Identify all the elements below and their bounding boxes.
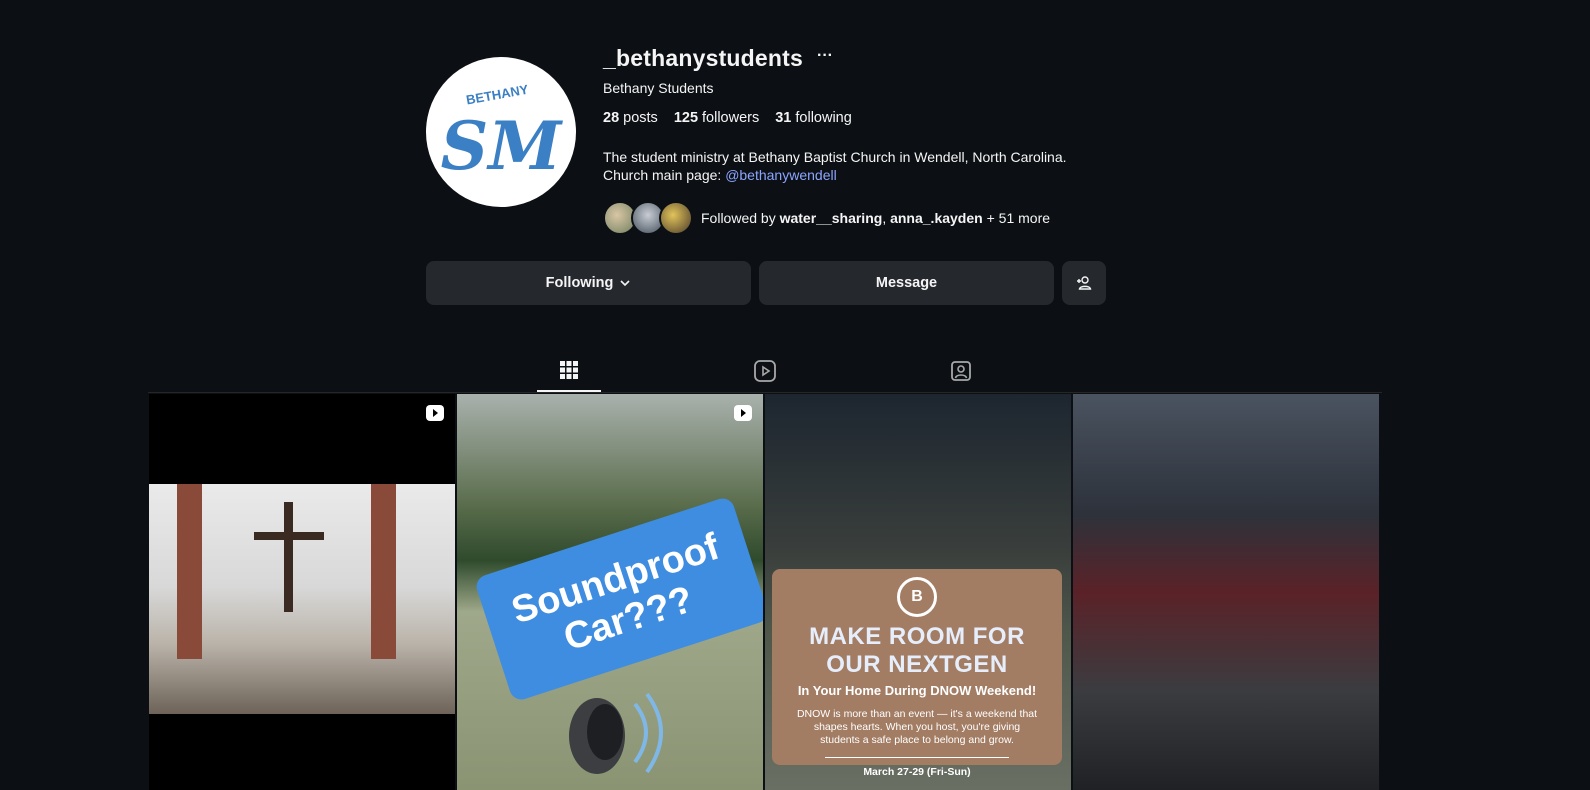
divider: [825, 757, 1009, 758]
followed-by-text: Followed by water__sharing, anna_.kayden…: [701, 210, 1051, 226]
following-button[interactable]: Following: [426, 261, 751, 305]
following-stat[interactable]: 31 following: [775, 110, 852, 126]
message-button-label: Message: [875, 275, 938, 291]
tab-posts[interactable]: [537, 350, 601, 392]
following-button-label: Following: [545, 275, 614, 291]
bio-mention-link[interactable]: @bethanywendell: [725, 167, 837, 183]
profile-avatar[interactable]: BETHANY SM: [426, 57, 576, 207]
post-thumbnail[interactable]: B MAKE ROOM FOR OUR NEXTGEN In Your Home…: [765, 394, 1071, 790]
promo-subtitle: In Your Home During DNOW Weekend!: [797, 683, 1037, 698]
cross-icon: [254, 502, 324, 612]
avatar-main-text: SM: [441, 107, 564, 185]
posts-stat: 28 posts: [603, 110, 658, 126]
follower-avatars: [603, 201, 693, 235]
bio-line-1: The student ministry at Bethany Baptist …: [603, 149, 1067, 165]
more-icon[interactable]: ···: [817, 47, 833, 65]
promo-date: March 27-29 (Fri-Sun): [863, 766, 971, 778]
profile-tabs: [148, 350, 1382, 393]
post-thumbnail[interactable]: Soundproof Car???: [457, 394, 763, 790]
tab-tagged[interactable]: [929, 350, 993, 392]
followers-stat[interactable]: 125 followers: [674, 110, 759, 126]
chevron-down-icon: [620, 280, 630, 287]
tagged-icon: [951, 361, 971, 381]
avatar-top-text: BETHANY: [465, 82, 530, 108]
post-thumbnail[interactable]: [149, 394, 455, 790]
reel-badge-icon: [734, 405, 752, 421]
username-row: _bethanystudents ···: [603, 45, 833, 72]
full-name: Bethany Students: [603, 80, 714, 96]
message-button[interactable]: Message: [759, 261, 1054, 305]
promo-title: MAKE ROOM FOR OUR NEXTGEN: [809, 623, 1025, 678]
followed-by[interactable]: Followed by water__sharing, anna_.kayden…: [603, 201, 1050, 235]
post-thumbnail[interactable]: [1073, 394, 1379, 790]
grid-icon: [560, 361, 578, 379]
church-logo-icon: B: [897, 577, 937, 617]
speaker-icon: [569, 692, 663, 774]
profile-stats: 28 posts 125 followers 31 following: [603, 110, 852, 126]
follower-avatar: [659, 201, 693, 235]
add-user-icon: [1077, 276, 1092, 290]
group-photo-church-cross: [149, 484, 455, 714]
reel-badge-icon: [426, 405, 444, 421]
bio-line-2: Church main page: @bethanywendell: [603, 167, 837, 183]
soundproof-banner: Soundproof Car???: [473, 495, 763, 703]
suggest-users-button[interactable]: [1062, 261, 1106, 305]
tab-reels[interactable]: [733, 350, 797, 392]
post-grid: Soundproof Car??? B MAKE ROOM FOR OUR NE…: [149, 394, 1379, 790]
dnow-promo-card: B MAKE ROOM FOR OUR NEXTGEN In Your Home…: [772, 569, 1062, 778]
bethany-sm-logo: BETHANY SM: [441, 82, 564, 185]
bio: The student ministry at Bethany Baptist …: [603, 148, 1203, 184]
promo-body: DNOW is more than an event — it's a week…: [796, 708, 1038, 746]
reels-icon: [754, 360, 776, 382]
username: _bethanystudents: [603, 45, 804, 71]
